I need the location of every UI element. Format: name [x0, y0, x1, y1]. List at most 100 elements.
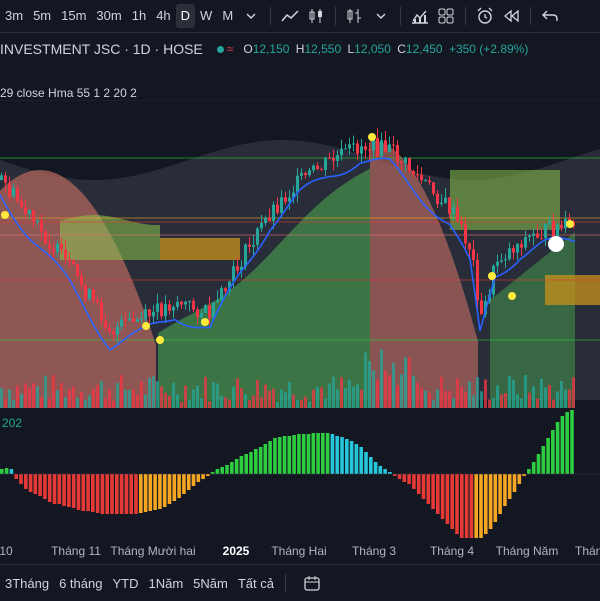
- bar-style-icon[interactable]: [342, 4, 368, 28]
- volume-bar: [132, 389, 135, 408]
- volume-bar: [124, 389, 127, 408]
- chevron-down-icon[interactable]: [368, 4, 394, 28]
- candle-body: [352, 143, 355, 145]
- volume-bar: [304, 396, 307, 408]
- oscillator-bar: [541, 446, 546, 474]
- volume-bar: [388, 375, 391, 408]
- oscillator-bar: [14, 474, 18, 479]
- volume-bar: [28, 388, 31, 408]
- oscillator-bar: [249, 452, 253, 474]
- time-axis[interactable]: 10 Tháng 11 Tháng Mười hai 2025 Tháng Hai Thá…: [0, 540, 600, 562]
- volume-bar: [212, 382, 215, 408]
- volume-bar: [100, 380, 103, 408]
- volume-bar: [500, 394, 503, 408]
- volume-bar: [96, 385, 99, 408]
- candle-body: [16, 187, 19, 202]
- volume-bar: [412, 375, 415, 408]
- candle-body: [432, 182, 435, 194]
- oscillator-bar: [47, 474, 52, 502]
- timeframe-5m[interactable]: 5m: [28, 4, 56, 28]
- volume-bar: [12, 399, 15, 408]
- candle-body: [204, 305, 207, 314]
- oscillator-bar: [143, 474, 148, 512]
- oscillator-bar: [196, 474, 201, 482]
- oscillator-bar: [258, 447, 263, 474]
- signal-marker: [156, 336, 164, 344]
- oscillator-bar: [287, 436, 292, 474]
- volume-bar: [344, 388, 347, 408]
- symbol-title[interactable]: INVESTMENT JSC · 1D · HOSE: [0, 41, 203, 57]
- oscillator-bar: [177, 474, 181, 498]
- range-button[interactable]: 6 tháng: [54, 576, 107, 591]
- candle-body: [120, 319, 123, 327]
- candle-body: [540, 237, 543, 239]
- volume-bar: [424, 390, 427, 408]
- timeframe-4h[interactable]: 4h: [151, 4, 175, 28]
- candle-body: [36, 220, 39, 222]
- range-button[interactable]: 1Năm: [143, 576, 188, 591]
- candle-body: [180, 301, 183, 305]
- oscillator-bar: [316, 433, 320, 474]
- range-button[interactable]: YTD: [107, 576, 143, 591]
- volume-bar: [196, 385, 199, 408]
- price-chart[interactable]: [0, 100, 600, 408]
- candle-body: [0, 175, 3, 180]
- oscillator-bar: [531, 462, 536, 474]
- line-chart-icon[interactable]: [277, 4, 303, 28]
- candle-body: [56, 243, 59, 253]
- volume-bar: [552, 399, 555, 408]
- timeframe-3m[interactable]: 3m: [0, 4, 28, 28]
- oscillator-bar: [488, 474, 493, 529]
- compare-icon[interactable]: [407, 4, 433, 28]
- time-axis-label: Tháng: [574, 544, 600, 558]
- calendar-icon[interactable]: [302, 573, 322, 593]
- volume-bar: [476, 377, 479, 408]
- open-value: 12,150: [252, 42, 290, 56]
- alert-icon[interactable]: [472, 4, 498, 28]
- timeframe-30m[interactable]: 30m: [91, 4, 126, 28]
- range-button[interactable]: 5Năm: [188, 576, 233, 591]
- candle-body: [332, 158, 335, 161]
- oscillator-bar: [57, 474, 62, 504]
- volume-bar: [540, 378, 543, 408]
- candle-body: [392, 144, 395, 146]
- range-button[interactable]: 3Tháng: [0, 576, 54, 591]
- indicator-label-top[interactable]: 29 close Hma 55 1 2 20 2: [0, 86, 137, 100]
- candle-body: [152, 311, 155, 317]
- candle-body: [100, 301, 103, 321]
- signal-marker: [142, 322, 150, 330]
- volume-bar: [192, 389, 195, 408]
- candles-icon[interactable]: [303, 4, 329, 28]
- oscillator-bar: [86, 474, 90, 511]
- candle-body: [92, 289, 95, 300]
- replay-icon[interactable]: [498, 4, 524, 28]
- candle-body: [508, 248, 511, 260]
- volume-bar: [416, 382, 419, 408]
- oscillator-bar: [421, 474, 426, 499]
- volume-bar: [216, 383, 219, 408]
- volume-bar: [44, 375, 47, 408]
- layout-icon[interactable]: [433, 4, 459, 28]
- timeframe-M[interactable]: M: [217, 4, 238, 28]
- close-value: 12,450: [405, 42, 443, 56]
- range-button[interactable]: Tất cả: [233, 576, 279, 591]
- undo-icon[interactable]: [537, 4, 563, 28]
- volume-bar: [468, 381, 471, 408]
- chevron-down-icon[interactable]: [238, 4, 264, 28]
- candle-body: [284, 197, 287, 202]
- timeframe-15m[interactable]: 15m: [56, 4, 91, 28]
- volume-bar: [156, 381, 159, 408]
- candle-body: [76, 264, 79, 276]
- timeframe-1h[interactable]: 1h: [127, 4, 151, 28]
- candle-body: [344, 148, 347, 150]
- oscillator-bar: [402, 474, 407, 482]
- candle-body: [424, 180, 427, 182]
- timeframe-W[interactable]: W: [195, 4, 217, 28]
- oscillator-bar: [297, 434, 301, 474]
- volume-bar: [16, 385, 19, 408]
- oscillator-chart[interactable]: [0, 410, 600, 538]
- volume-bar: [56, 390, 59, 408]
- oscillator-bar: [172, 474, 177, 501]
- timeframe-D[interactable]: D: [175, 4, 196, 28]
- candle-body: [460, 220, 463, 225]
